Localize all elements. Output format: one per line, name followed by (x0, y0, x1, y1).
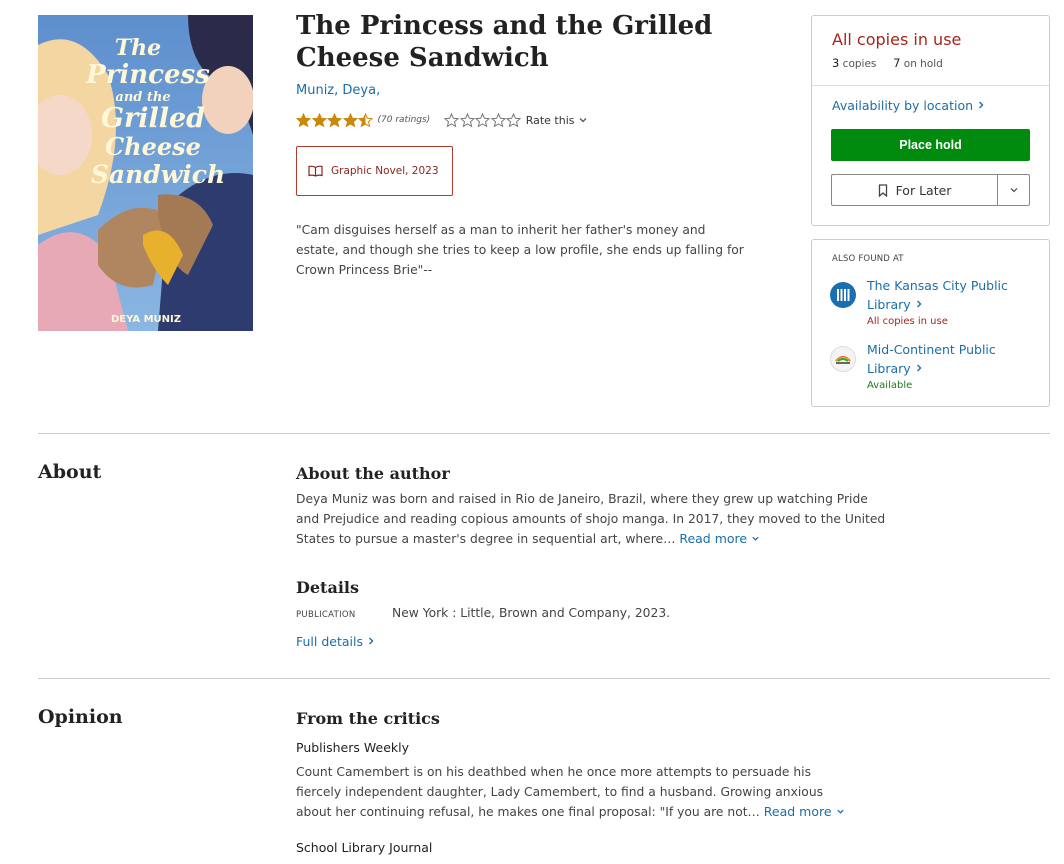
star-icon (296, 112, 311, 127)
rate-this-label: Rate this (525, 113, 575, 127)
library-name: The Kansas City Public Library (867, 278, 1008, 312)
book-cover[interactable]: The Princess and the Grilled Cheese Sand… (38, 15, 253, 331)
average-rating-stars (296, 112, 374, 128)
holds-count: 7 (893, 56, 901, 70)
availability-by-location-link[interactable]: Availability by location (832, 98, 985, 113)
chevron-down-icon (1010, 188, 1017, 193)
also-found-heading: ALSO FOUND AT (832, 254, 904, 264)
review-text: Count Camembert is on his deathbed when … (296, 763, 856, 823)
read-more-label: Read more (679, 531, 748, 546)
author-link[interactable]: Muniz, Deya, (296, 83, 380, 98)
copies-count: 3 (832, 56, 840, 70)
format-label: Graphic Novel, 2023 (331, 165, 439, 177)
read-more-link[interactable]: Read more (764, 804, 845, 819)
mid-continent-library-logo-icon (830, 346, 856, 372)
rating-row: (70 ratings) Rate this (296, 112, 588, 128)
cover-author: DEYA MUNIZ (111, 314, 181, 325)
bookmark-icon (878, 183, 887, 197)
book-description: "Cam disguises herself as a man to inher… (296, 223, 744, 277)
star-icon (327, 112, 342, 127)
read-more-label: Read more (763, 804, 832, 819)
publication-label: PUBLICATION (296, 610, 356, 620)
cover-title-line: Princess (85, 60, 210, 90)
divider (812, 85, 1049, 86)
for-later-control: For Later (831, 174, 1030, 206)
about-section-label: About (38, 461, 102, 483)
full-details-link[interactable]: Full details (296, 634, 375, 649)
publication-value: New York : Little, Brown and Company, 20… (392, 606, 671, 620)
opinion-section-label: Opinion (38, 706, 123, 728)
rate-star-icon[interactable] (475, 112, 491, 128)
chevron-right-icon (979, 101, 984, 109)
ratings-count: (70 ratings) (377, 115, 431, 125)
open-book-icon (308, 165, 323, 177)
place-hold-button[interactable]: Place hold (831, 129, 1030, 161)
star-icon (358, 112, 373, 127)
rate-star-icon[interactable] (490, 112, 506, 128)
library-status: All copies in use (867, 316, 948, 327)
holds-label: on hold (903, 58, 943, 70)
also-found-at-card: ALSO FOUND AT The Kansas City Public Lib… (811, 239, 1050, 407)
author-bio: Deya Muniz was born and raised in Rio de… (296, 490, 886, 550)
chevron-right-icon (916, 364, 922, 372)
star-icon (311, 112, 327, 127)
format-badge[interactable]: Graphic Novel, 2023 (296, 146, 453, 196)
cover-title-line: Cheese (105, 132, 201, 161)
read-more-link[interactable]: Read more (679, 531, 760, 546)
section-divider (38, 433, 1050, 434)
chevron-right-icon (368, 637, 374, 645)
cover-title-line: Grilled (101, 103, 205, 134)
availability-status: All copies in use (832, 30, 962, 49)
availability-card: All copies in use 3 copies 7 on hold Ava… (811, 15, 1050, 226)
rate-star-icon[interactable] (444, 112, 460, 128)
review-source: Publishers Weekly (296, 740, 409, 755)
review-source: School Library Journal (296, 840, 433, 855)
cover-title-line: Sandwich (91, 160, 225, 189)
section-divider (38, 678, 1050, 679)
review-text-body: Count Camembert is on his deathbed when … (296, 765, 824, 819)
chevron-down-icon (580, 118, 587, 123)
library-link[interactable]: Mid-Continent Public Library (867, 340, 1037, 378)
for-later-label: For Later (895, 182, 952, 198)
cover-title-line: The (115, 35, 161, 61)
rate-star-icon[interactable] (506, 112, 522, 128)
star-icon (342, 112, 358, 127)
library-name: Mid-Continent Public Library (867, 342, 996, 376)
about-author-heading: About the author (296, 464, 450, 483)
author-bio-text: Deya Muniz was born and raised in Rio de… (296, 492, 886, 546)
chevron-right-icon (916, 300, 922, 308)
full-details-label: Full details (296, 634, 363, 649)
book-title: The Princess and the Grilled Cheese Sand… (296, 11, 713, 73)
library-status: Available (867, 380, 913, 391)
critics-heading: From the critics (296, 709, 440, 728)
chevron-down-icon (836, 809, 844, 814)
chevron-down-icon (752, 536, 759, 541)
library-link[interactable]: The Kansas City Public Library (867, 276, 1037, 314)
rate-star-icon[interactable] (459, 112, 475, 128)
rate-this-control[interactable]: Rate this (444, 112, 588, 128)
shelf-dropdown-button[interactable] (998, 175, 1029, 205)
rate-stars[interactable] (444, 112, 522, 128)
kansas-city-library-logo-icon (830, 282, 856, 308)
for-later-button[interactable]: For Later (832, 175, 998, 205)
details-heading: Details (296, 578, 359, 597)
copies-label: copies (842, 58, 877, 70)
availability-counts: 3 copies 7 on hold (832, 56, 943, 70)
availability-by-location-label: Availability by location (832, 98, 974, 113)
